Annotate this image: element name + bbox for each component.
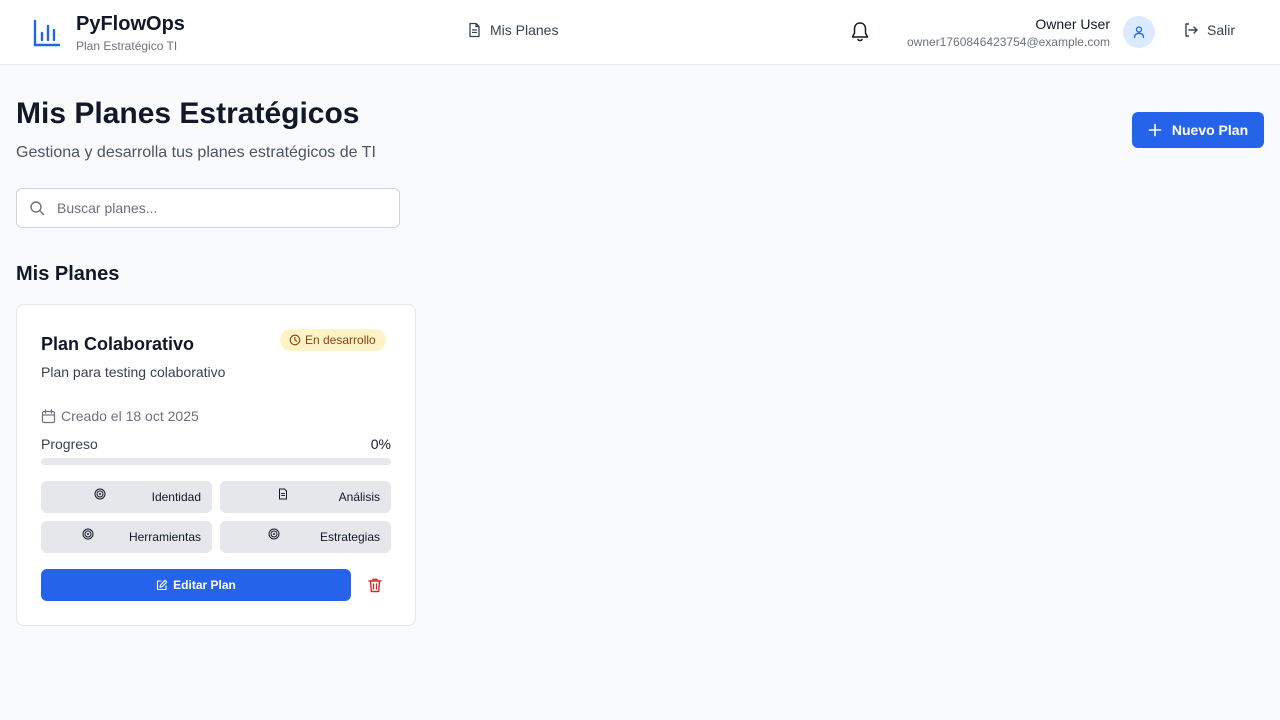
module-herramientas-button[interactable]: Herramientas: [41, 521, 212, 553]
page-subtitle: Gestiona y desarrolla tus planes estraté…: [16, 144, 376, 161]
created-date: Creado el 18 oct 2025: [41, 407, 199, 425]
user-icon: [1133, 26, 1145, 39]
bar-chart-icon: [33, 19, 61, 47]
search-box: [16, 188, 400, 228]
trash-icon[interactable]: [367, 577, 383, 593]
clock-icon: [289, 334, 301, 346]
avatar[interactable]: [1123, 16, 1155, 48]
page-title: Mis Planes Estratégicos: [16, 97, 360, 130]
top-bar: PyFlowOps Plan Estratégico TI Mis Planes…: [0, 0, 1280, 65]
edit-icon: [157, 579, 168, 591]
status-badge: En desarrollo: [280, 329, 386, 351]
user-info: Owner User owner1760846423754@example.co…: [907, 15, 1110, 50]
search-input[interactable]: [57, 200, 377, 216]
logout-button[interactable]: Salir: [1183, 22, 1235, 38]
brand-subtitle: Plan Estratégico TI: [76, 39, 178, 53]
target-icon: [268, 528, 280, 540]
plan-card: Plan Colaborativo En desarrollo Plan par…: [16, 304, 416, 626]
nav-mis-planes-label: Mis Planes: [490, 22, 559, 38]
module-label: Estrategias: [319, 530, 380, 544]
new-plan-button[interactable]: Nuevo Plan: [1132, 112, 1264, 148]
bell-icon[interactable]: [850, 21, 870, 43]
progress-bar: [41, 458, 391, 465]
section-title: Mis Planes: [16, 263, 120, 285]
status-label: En desarrollo: [305, 333, 376, 347]
brand-name: PyFlowOps: [76, 13, 185, 35]
module-label: Análisis: [338, 490, 380, 504]
module-identidad-button[interactable]: Identidad: [41, 481, 212, 513]
user-name: Owner User: [1035, 16, 1110, 32]
nav-mis-planes[interactable]: Mis Planes: [466, 22, 558, 38]
progress-value: 0%: [370, 436, 391, 452]
module-analisis-button[interactable]: Análisis: [220, 481, 391, 513]
document-icon: [469, 22, 480, 38]
target-icon: [94, 488, 106, 500]
progress-label: Progreso: [41, 436, 98, 452]
module-label: Identidad: [151, 490, 201, 504]
new-plan-label: Nuevo Plan: [1171, 122, 1249, 138]
user-email: owner1760846423754@example.com: [907, 35, 1110, 49]
plan-description: Plan para testing colaborativo: [41, 364, 226, 380]
calendar-icon: [41, 408, 56, 423]
created-date-label: Creado el 18 oct 2025: [61, 408, 199, 424]
brand[interactable]: PyFlowOps Plan Estratégico TI: [32, 12, 185, 54]
plus-icon: [1148, 123, 1162, 137]
search-icon: [30, 201, 45, 216]
target-icon: [82, 528, 94, 540]
module-estrategias-button[interactable]: Estrategias: [220, 521, 391, 553]
plan-title: Plan Colaborativo: [41, 334, 195, 354]
document-icon: [279, 488, 287, 500]
edit-plan-label: Editar Plan: [173, 578, 236, 592]
module-label: Herramientas: [128, 530, 201, 544]
edit-plan-button[interactable]: Editar Plan: [41, 569, 351, 601]
logout-label: Salir: [1207, 22, 1236, 38]
logout-icon: [1185, 23, 1198, 37]
